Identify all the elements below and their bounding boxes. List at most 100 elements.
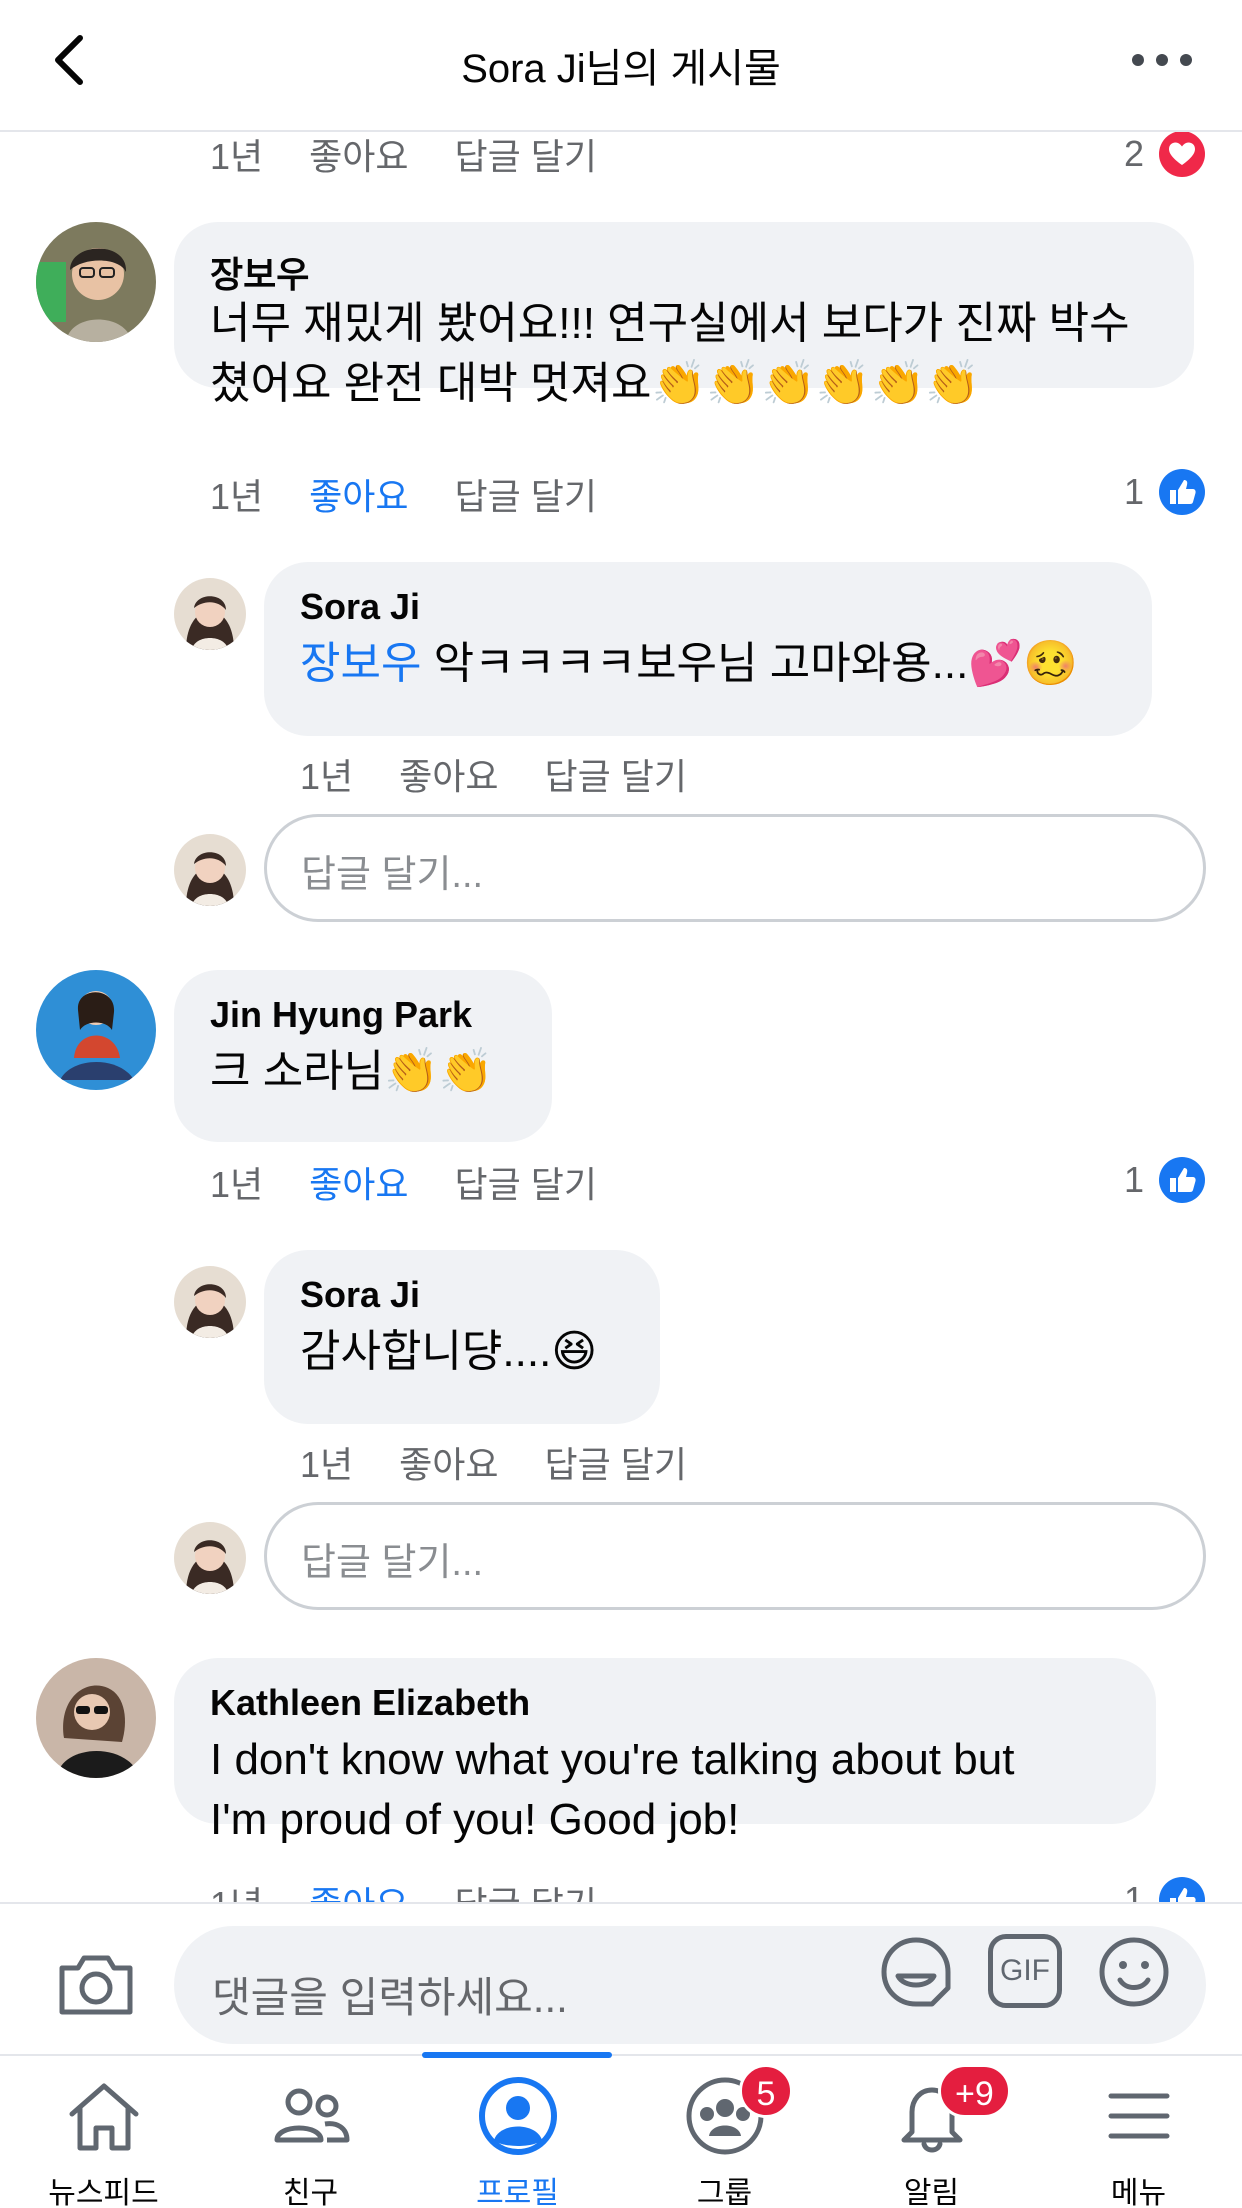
tab-label: 뉴스피드 (48, 2177, 159, 2208)
comment-author[interactable]: 장보우 (210, 246, 309, 298)
avatar-jin-hyung-park[interactable] (36, 970, 156, 1090)
reaction-count: 1 (1123, 1159, 1144, 1200)
comment-author[interactable]: Sora Ji (300, 1274, 420, 1316)
comment-bubble: Kathleen Elizabeth I don't know what you… (174, 1658, 1156, 1844)
reply-link[interactable]: 답글 달기 (545, 1436, 687, 1488)
avatar-sora-ji[interactable] (174, 1266, 246, 1338)
reply-bubble: Sora Ji 장보우 악ㅋㅋㅋㅋ보우님 고마와용...💕🥴 (264, 562, 1152, 736)
reaction-count: 2 (1123, 133, 1144, 174)
reply-link[interactable]: 답글 달기 (455, 1156, 597, 1208)
notifications-badge: +9 (938, 2064, 1011, 2118)
top-navigation-bar: Sora Ji님의 게시물 (0, 0, 1242, 132)
tab-groups[interactable]: 그룹 5 (621, 2056, 828, 2208)
like-reaction-icon (1159, 469, 1205, 515)
comment-text-line: I'm proud of you! Good job! (210, 1795, 740, 1844)
avatar-sora-ji (174, 834, 246, 906)
home-icon (69, 2083, 138, 2151)
comment-time: 1년 (210, 476, 264, 517)
friends-icon (274, 2088, 349, 2143)
gif-label: GIF (1000, 1954, 1050, 1987)
tab-label: 메뉴 (1110, 2177, 1167, 2208)
comment-time: 1년 (210, 1164, 264, 1205)
comment-text-line: 크 소라님👏👏 (210, 1047, 494, 1096)
reply-input[interactable]: 답글 달기... (264, 814, 1206, 922)
like-link[interactable]: 좋아요 (309, 1876, 408, 1902)
comment-bubble: Jin Hyung Park 크 소라님👏👏 (174, 970, 552, 1142)
comment-text-line: 쳤어요 완전 대박 멋져요👏👏👏👏👏👏 (210, 359, 981, 408)
comment-time: 1년 (210, 136, 264, 177)
tab-label: 친구 (282, 2177, 339, 2208)
camera-icon[interactable] (56, 1948, 136, 2018)
reaction-count: 1 (1123, 471, 1144, 512)
reaction-summary[interactable]: 1 (1124, 468, 1206, 516)
comment-text-line: I don't know what you're talking about b… (210, 1735, 1015, 1784)
comment-time: 1년 (300, 756, 354, 797)
tab-notifications[interactable]: 알림 +9 (828, 2056, 1035, 2208)
comment-meta: 1년 좋아요 답글 달기 (210, 468, 643, 520)
tab-label: 알림 (903, 2177, 960, 2208)
more-options-icon[interactable] (1122, 40, 1202, 80)
reaction-summary[interactable]: 1 (1124, 1156, 1206, 1204)
reply-bubble: Sora Ji 감사합니댱....😆 (264, 1250, 660, 1424)
like-reaction-icon (1159, 1877, 1205, 1902)
comment-text: 감사합니댱....😆 (300, 1322, 597, 1382)
tab-menu[interactable]: 메뉴 (1035, 2056, 1242, 2208)
comment-text-line: 너무 재밌게 봤어요!!! 연구실에서 보다가 진짜 박수 (210, 299, 1130, 348)
reply-input[interactable]: 답글 달기... (264, 1502, 1206, 1610)
like-link[interactable]: 좋아요 (309, 468, 408, 520)
avatar-sora-ji[interactable] (174, 578, 246, 650)
sticker-icon[interactable] (876, 1932, 956, 2012)
menu-icon (1108, 2093, 1169, 2139)
comment-meta: 1년 좋아요 답글 달기 (210, 132, 643, 180)
reply-link[interactable]: 답글 달기 (545, 748, 687, 800)
emoji-icon[interactable] (1094, 1932, 1174, 2012)
comment-input-placeholder: 댓글을 입력하세요... (212, 1974, 568, 2021)
tab-friends[interactable]: 친구 (207, 2056, 414, 2208)
reaction-summary[interactable]: 1 (1124, 1876, 1206, 1902)
comment-time: 1년 (300, 1444, 354, 1485)
reaction-count: 1 (1123, 1879, 1144, 1902)
like-reaction-icon (1159, 1157, 1205, 1203)
mention-tag[interactable]: 장보우 (300, 639, 421, 688)
reply-input-placeholder: 답글 달기... (301, 854, 484, 896)
groups-badge: 5 (739, 2064, 793, 2118)
bottom-tab-bar: 뉴스피드 친구 프로필 그룹 5 알림 +9 메뉴 (0, 2052, 1242, 2208)
reply-link[interactable]: 답글 달기 (455, 468, 597, 520)
comment-meta: 1년 좋아요 답글 달기 (300, 1436, 733, 1488)
tab-label: 그룹 (696, 2177, 753, 2208)
reply-text: 감사합니댱....😆 (300, 1327, 598, 1376)
comment-bubble: 장보우 너무 재밌게 봤어요!!! 연구실에서 보다가 진짜 박수 쳤어요 완전… (174, 222, 1194, 408)
reply-link[interactable]: 답글 달기 (455, 132, 597, 180)
tab-newsfeed[interactable]: 뉴스피드 (0, 2056, 207, 2208)
page-title: Sora Ji님의 게시물 (461, 47, 781, 91)
reaction-summary[interactable]: 2 (1124, 132, 1206, 178)
reply-text: 악ㅋㅋㅋㅋ보우님 고마와용...💕🥴 (421, 639, 1078, 688)
comment-meta: 1년 좋아요 답글 달기 (210, 1876, 643, 1902)
comment-author[interactable]: Sora Ji (300, 586, 420, 628)
comment-time: 1년 (210, 1876, 263, 1902)
tab-label: 프로필 (476, 2177, 559, 2208)
reply-input-placeholder: 답글 달기... (301, 1542, 484, 1584)
like-link[interactable]: 좋아요 (399, 748, 498, 800)
comment-author[interactable]: Jin Hyung Park (210, 994, 472, 1036)
love-reaction-icon (1159, 132, 1205, 177)
comment-author[interactable]: Kathleen Elizabeth (210, 1682, 530, 1724)
avatar-jangbowoo[interactable] (36, 222, 156, 342)
like-link[interactable]: 좋아요 (399, 1436, 498, 1488)
avatar-sora-ji (174, 1522, 246, 1594)
comment-meta: 1년 좋아요 답글 달기 (210, 1156, 643, 1208)
reply-link[interactable]: 답글 달기 (455, 1876, 597, 1902)
comments-list: 1년 좋아요 답글 달기 2 장보우 너무 재밌게 봤어요!!! 연구실에서 보다가… (0, 132, 1242, 1902)
comment-text: 크 소라님👏👏 (210, 1042, 494, 1102)
like-link[interactable]: 좋아요 (309, 1156, 408, 1208)
tab-profile[interactable]: 프로필 (414, 2056, 621, 2208)
comment-composer: 댓글을 입력하세요... GIF (0, 1902, 1242, 2054)
profile-icon (478, 2077, 557, 2155)
comment-meta: 1년 좋아요 답글 달기 (300, 748, 733, 800)
gif-button[interactable]: GIF (988, 1934, 1062, 2008)
like-link[interactable]: 좋아요 (309, 132, 408, 180)
comment-text: 장보우 악ㅋㅋㅋㅋ보우님 고마와용...💕🥴 (300, 634, 1078, 694)
avatar-kathleen-elizabeth[interactable] (36, 1658, 156, 1778)
comment-text: 너무 재밌게 봤어요!!! 연구실에서 보다가 진짜 박수 쳤어요 완전 대박 … (210, 294, 1130, 414)
comment-text: I don't know what you're talking about b… (210, 1730, 1014, 1850)
